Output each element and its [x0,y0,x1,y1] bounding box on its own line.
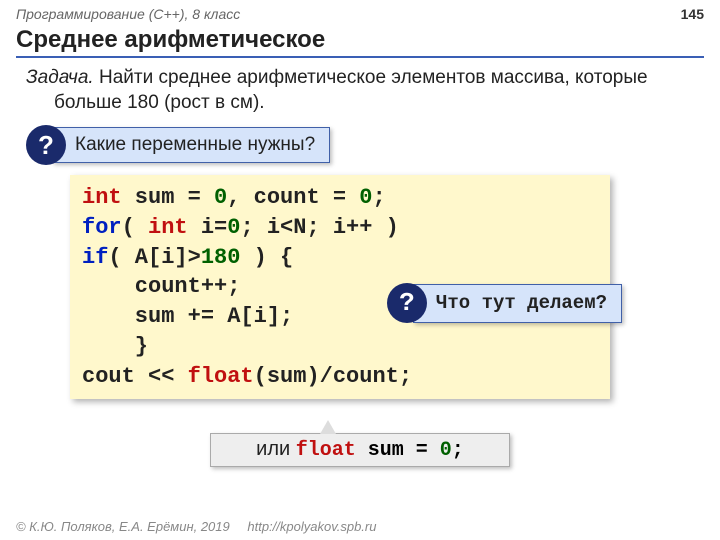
page-title: Среднее арифметическое [16,26,704,58]
course-label: Программирование (C++), 8 класс [16,6,240,22]
task-label: Задача. [26,67,94,88]
alt-or: или [256,438,296,460]
task-body: Найти среднее арифметическое элементов м… [54,67,648,113]
code-line-3: if( A[i]>180 ) { [82,243,598,273]
page-number: 145 [681,6,704,22]
slide-header: Программирование (C++), 8 класс 145 [0,0,720,24]
task-text: Задача. Найти среднее арифметическое эле… [26,66,704,115]
callout-text: Какие переменные нужны? [52,127,330,163]
copyright: © К.Ю. Поляков, Е.А. Ерёмин, 2019 [16,519,230,534]
code-line-6: } [82,332,598,362]
footer: © К.Ю. Поляков, Е.А. Ерёмин, 2019 http:/… [16,519,376,534]
alternative-wrap: или float sum = 0; [0,415,720,467]
code-line-2: for( int i=0; i<N; i++ ) [82,213,598,243]
alternative-box: или float sum = 0; [210,433,510,467]
code-line-7: cout << float(sum)/count; [82,362,598,392]
callout-what-doing: ? Что тут делаем? [387,283,622,323]
speech-arrow-icon [320,420,336,434]
callout-text: Что тут делаем? [413,284,622,324]
code-block: int sum = 0, count = 0; for( int i=0; i<… [70,175,610,399]
footer-url[interactable]: http://kpolyakov.spb.ru [247,519,376,534]
callout-variables: ? Какие переменные нужны? [26,125,330,165]
code-line-1: int sum = 0, count = 0; [82,183,598,213]
